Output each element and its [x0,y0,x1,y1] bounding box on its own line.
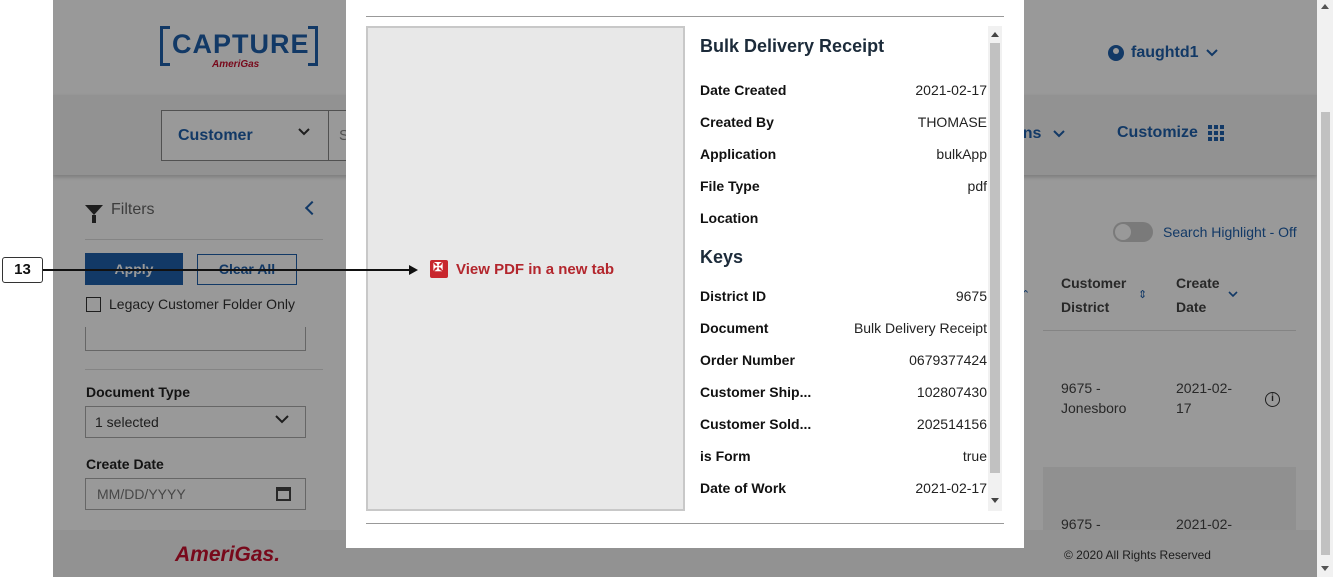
divider [366,523,1004,524]
key-label: Order Number [700,352,795,368]
key-value: true [962,448,987,464]
key-value: Bulk Delivery Receipt [853,320,987,336]
details-scrollbar[interactable] [988,26,1002,511]
detail-value: THOMASE [917,114,987,130]
scroll-down-arrow[interactable] [1321,566,1329,571]
key-value: 2021-02-17 [915,480,987,496]
pdf-icon [430,260,448,278]
page-scrollbar[interactable] [1317,0,1333,577]
scrollbar-thumb[interactable] [990,43,1000,473]
document-title: Bulk Delivery Receipt [700,36,885,56]
detail-value: bulkApp [936,146,987,162]
detail-row: Created By THOMASE [700,112,987,132]
screen: CAPTURE AmeriGas faughtd1 Customer S ons… [0,0,1333,577]
keys-heading: Keys [700,247,744,267]
detail-row: Application bulkApp [700,144,987,164]
annotation-arrow [43,269,411,271]
key-row: Document Bulk Delivery Receipt [700,318,987,338]
key-label: Date of Work [700,480,787,496]
key-value: 9675 [955,288,987,304]
key-row: Order Number 0679377424 [700,350,987,370]
detail-row: Date Created 2021-02-17 [700,80,987,100]
document-details: Bulk Delivery Receipt Date Created 2021-0… [700,26,988,511]
scroll-down-arrow[interactable] [991,498,999,503]
document-details-modal: View PDF in a new tab Bulk Delivery Rece… [346,0,1024,548]
key-label: Customer Ship... [700,384,812,400]
divider [366,16,1004,17]
view-pdf-label: View PDF in a new tab [456,260,615,278]
detail-value: pdf [967,178,987,194]
key-value: 102807430 [916,384,987,400]
key-label: Customer Sold... [700,416,812,432]
key-value: 202514156 [916,416,987,432]
detail-row: Location [700,208,987,228]
detail-row: File Type pdf [700,176,987,196]
key-row: District ID 9675 [700,286,987,306]
key-row: Date of Work 2021-02-17 [700,478,987,498]
detail-label: Created By [700,114,774,130]
scroll-up-arrow[interactable] [1321,4,1329,9]
scrollbar-thumb[interactable] [1321,112,1330,555]
key-value: 0679377424 [909,352,987,368]
scroll-up-arrow[interactable] [991,32,999,37]
annotation-arrow-head [409,265,418,275]
detail-label: Application [700,146,777,162]
key-label: is Form [700,448,751,464]
annotation-label: 13 [2,257,43,283]
view-pdf-link[interactable]: View PDF in a new tab [430,260,614,278]
detail-label: Date Created [700,82,787,98]
detail-label: Location [700,210,759,226]
key-row: Customer Ship... 102807430 [700,382,987,402]
key-row: is Form true [700,446,987,466]
key-label: District ID [700,288,767,304]
detail-label: File Type [700,178,760,194]
detail-value: 2021-02-17 [915,82,987,98]
key-label: Document [700,320,769,336]
key-row: Customer Sold... 202514156 [700,414,987,434]
